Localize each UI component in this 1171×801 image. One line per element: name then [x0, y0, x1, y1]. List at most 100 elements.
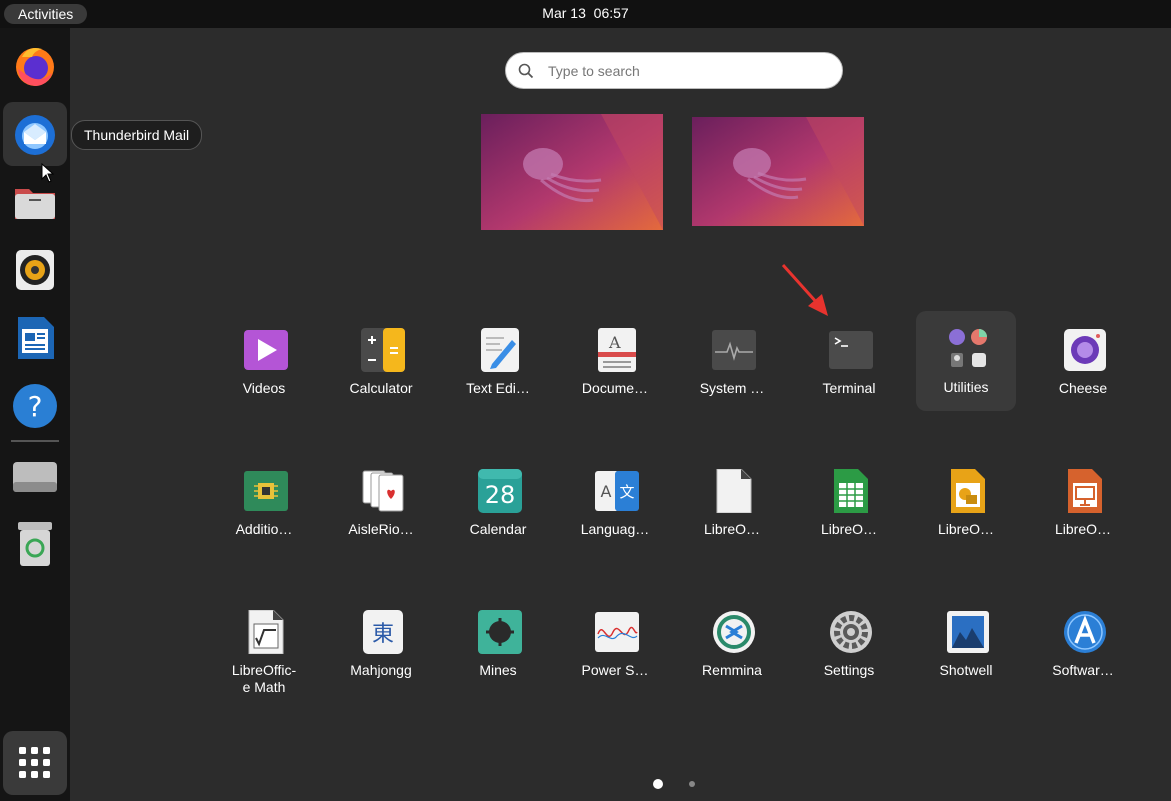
app-label: LibreOffic- e Math [231, 662, 297, 695]
wallpaper-jellyfish-image [692, 117, 864, 226]
app-folder-utilities[interactable]: Utilities [916, 311, 1016, 411]
app-label: Calendar [469, 521, 527, 537]
app-cheese[interactable]: Cheese [1033, 312, 1133, 412]
app-libreoffice[interactable]: LibreO… [682, 453, 782, 553]
dock-trash[interactable] [3, 512, 67, 576]
app-shotwell[interactable]: Shotwell [916, 594, 1016, 694]
settings-gear-icon [830, 611, 872, 653]
app-settings[interactable]: Settings [799, 594, 899, 694]
dock: ? [0, 28, 70, 801]
dock-tooltip: Thunderbird Mail [71, 120, 203, 150]
dock-writer[interactable] [3, 306, 67, 370]
system-monitor-icon [712, 330, 756, 370]
calculator-icon [361, 328, 405, 372]
libreoffice-writer-icon [18, 317, 54, 359]
top-bar: Activities Mar 13 06:57 [0, 0, 1171, 28]
software-store-icon [1064, 611, 1106, 653]
wallpaper-jellyfish-image [481, 114, 663, 230]
app-label: Utilities [943, 379, 989, 395]
app-label: AisleRio… [348, 521, 414, 537]
app-document-viewer[interactable]: A Docume… [565, 312, 665, 412]
shotwell-icon [947, 611, 989, 653]
page-indicator-1[interactable] [653, 779, 663, 789]
app-label: Text Edi… [466, 380, 530, 396]
workspace-thumbnail-2[interactable] [692, 117, 864, 226]
mouse-pointer-icon [41, 163, 55, 183]
trash-icon [18, 522, 52, 566]
app-label: Settings [823, 662, 875, 678]
power-statistics-icon [595, 612, 639, 652]
utilities-folder-icon [949, 329, 987, 367]
videos-icon [244, 330, 288, 370]
app-label: Mines [479, 662, 517, 678]
dock-separator [11, 440, 59, 442]
text-editor-icon [481, 328, 519, 372]
app-label: Remmina [702, 662, 762, 678]
dock-drive[interactable] [3, 446, 67, 510]
app-label: Videos [242, 380, 286, 396]
firefox-icon [16, 48, 54, 86]
mahjongg-glyph: 東 [372, 622, 394, 647]
app-label: Mahjongg [350, 662, 412, 678]
app-libreoffice-calc[interactable]: LibreO… [799, 453, 899, 553]
cheese-icon [1064, 329, 1106, 371]
app-label: Calculator [349, 380, 413, 396]
app-software[interactable]: Softwar… [1033, 594, 1133, 694]
dock-help[interactable]: ? [3, 374, 67, 438]
dock-files[interactable] [3, 170, 67, 234]
app-aisleriot[interactable]: AisleRio… [331, 453, 431, 553]
app-videos[interactable]: Videos [214, 312, 314, 412]
clock[interactable]: Mar 13 06:57 [0, 5, 1171, 21]
show-apps-button[interactable] [3, 731, 67, 795]
clock-date: Mar 13 [542, 5, 586, 21]
libreoffice-impress-icon [1068, 469, 1102, 513]
libreoffice-icon [716, 469, 752, 513]
search-input[interactable]: Type to search [505, 52, 843, 89]
calendar-icon: 28 [478, 469, 522, 513]
app-system-monitor[interactable]: System … [682, 312, 782, 412]
app-libreoffice-math[interactable]: LibreOffic- e Math [214, 594, 314, 695]
dock-firefox[interactable] [3, 34, 67, 98]
search-placeholder: Type to search [548, 63, 640, 79]
libreoffice-calc-icon [834, 469, 868, 513]
thunderbird-icon [15, 115, 55, 155]
page-indicator-2[interactable] [689, 781, 695, 787]
app-power-statistics[interactable]: Power S… [565, 594, 665, 694]
app-label: LibreO… [820, 521, 878, 537]
app-mahjongg[interactable]: 東 Mahjongg [331, 594, 431, 694]
language-support-icon: A 文 [595, 471, 639, 511]
search-icon [518, 63, 534, 79]
app-label: Additio… [235, 521, 293, 537]
clock-time: 06:57 [593, 5, 629, 21]
app-label: Docume… [581, 380, 649, 396]
app-language-support[interactable]: A 文 Languag… [565, 453, 665, 553]
mines-icon [478, 610, 522, 654]
app-calculator[interactable]: Calculator [331, 312, 431, 412]
additional-drivers-icon [244, 471, 288, 511]
app-label: System … [699, 380, 765, 396]
dock-thunderbird[interactable] [3, 102, 67, 166]
app-calendar[interactable]: 28 Calendar [448, 453, 548, 553]
rhythmbox-icon [16, 250, 54, 290]
workspace-thumbnail-1[interactable] [481, 114, 663, 230]
app-mines[interactable]: Mines [448, 594, 548, 694]
app-libreoffice-impress[interactable]: LibreO… [1033, 453, 1133, 553]
dock-rhythmbox[interactable] [3, 238, 67, 302]
calendar-day: 28 [485, 481, 516, 509]
app-label: Cheese [1058, 380, 1108, 396]
app-label: LibreO… [1054, 521, 1112, 537]
app-remmina[interactable]: Remmina [682, 594, 782, 694]
files-icon [15, 189, 55, 219]
app-text-editor[interactable]: Text Edi… [448, 312, 548, 412]
app-label: Languag… [580, 521, 650, 537]
app-label: Terminal [822, 380, 876, 396]
app-label: Power S… [581, 662, 649, 678]
red-arrow-annotation-icon [781, 263, 828, 316]
mahjongg-tile-icon: 東 [363, 610, 403, 654]
app-terminal[interactable]: Terminal [799, 312, 899, 412]
libreoffice-math-icon [248, 610, 284, 654]
language-glyph-latin: A [601, 482, 612, 501]
app-additional-drivers[interactable]: Additio… [214, 453, 314, 553]
help-icon: ? [13, 384, 57, 428]
app-libreoffice-draw[interactable]: LibreO… [916, 453, 1016, 553]
